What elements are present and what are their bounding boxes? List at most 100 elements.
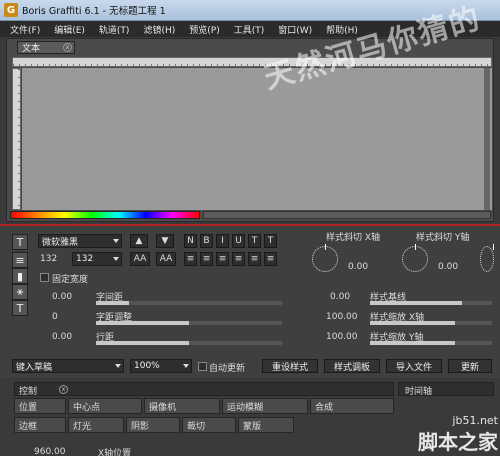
size-up-button[interactable]: ▲ [130,234,148,248]
app-logo-icon: G [4,3,18,17]
align-right-button[interactable]: ≡ [216,252,229,266]
tab-mask[interactable]: 蒙版 [238,417,294,433]
line-spacing-value: 0.00 [52,332,73,342]
tab-position[interactable]: 位置 [14,398,66,414]
tab-composite[interactable]: 合成 [310,398,394,414]
text-canvas[interactable] [22,68,492,210]
baseline-slider[interactable] [370,301,492,305]
auto-update-checkbox[interactable] [198,362,207,371]
control-header-label: 控制 [19,387,38,397]
tab-shadow[interactable]: 阴影 [126,417,180,433]
fixed-width-checkbox[interactable] [40,273,49,282]
font-size2-value: 132 [76,254,94,264]
close-icon[interactable]: x [59,385,68,394]
chevron-down-icon [113,239,119,243]
shear-x-label: 样式斜切 X轴 [326,233,381,243]
letter-spacing-slider[interactable] [96,301,282,305]
justify-force-button[interactable]: ≡ [264,252,277,266]
close-icon[interactable]: x [63,43,72,52]
shear-y-label: 样式斜切 Y轴 [416,233,470,243]
align-left-button[interactable]: ≡ [184,252,197,266]
horizontal-ruler [12,57,492,67]
subscript-button[interactable]: T [264,234,277,248]
site-watermark-name: 脚本之家 [418,430,498,454]
align-tool-icon[interactable]: ≡ [12,252,28,268]
menu-edit[interactable]: 编辑(E) [48,23,93,36]
transform-tool-icon[interactable]: ⚹ [12,284,28,300]
tab-text-label: 文本 [22,44,41,54]
underline-button[interactable]: U [232,234,245,248]
justify-button[interactable]: ≡ [232,252,245,266]
small-aa-button[interactable]: AA [156,252,176,266]
superscript-button[interactable]: T [248,234,261,248]
window-title: Boris Graffiti 6.1 - 无标题工程 1 [22,6,166,17]
auto-update-label: 自动更新 [209,364,246,374]
scale-x-slider[interactable] [370,321,492,325]
justify-all-button[interactable]: ≡ [248,252,261,266]
tab-lighting[interactable]: 灯光 [68,417,124,433]
bold-button[interactable]: B [200,234,213,248]
import-file-button[interactable]: 导入文件 [386,359,442,373]
text-tool-icon[interactable]: T [12,234,28,250]
align-center-button[interactable]: ≡ [200,252,213,266]
control-header: 控制 x [14,382,394,397]
tab-crop[interactable]: 裁切 [182,417,236,433]
chevron-down-icon [113,257,119,261]
color-spectrum[interactable] [10,211,200,219]
x-position-label: X轴位置 [98,449,132,456]
zoom-value: 100% [134,361,160,371]
zoom-select[interactable]: 100% [130,359,192,373]
shear-y-dial[interactable] [402,244,428,272]
menu-track[interactable]: 轨道(T) [93,23,138,36]
line-spacing-slider[interactable] [96,341,282,345]
font-name: 微软雅黑 [42,237,79,248]
timeline-label: 时间轴 [405,387,433,397]
menu-tools[interactable]: 工具(T) [228,23,273,36]
font-size-select[interactable]: 132 [72,252,122,266]
fill-tool-icon[interactable]: ▮ [12,268,28,284]
reset-style-button[interactable]: 重设样式 [262,359,318,373]
tab-center-point[interactable]: 中心点 [68,398,142,414]
menu-preview[interactable]: 预览(P) [183,23,227,36]
menu-filter[interactable]: 滤镜(H) [137,23,183,36]
justify-all-icon: ≡ [250,254,259,264]
update-button[interactable]: 更新 [448,359,492,373]
tab-border[interactable]: 边框 [14,417,66,433]
triangle-up-icon: ▲ [135,236,143,246]
size-down-button[interactable]: ▼ [156,234,174,248]
style-palette-button[interactable]: 样式调板 [324,359,380,373]
letter-spacing-value: 0.00 [52,292,73,302]
app-window: G Boris Graffiti 6.1 - 无标题工程 1 文件(F) 编辑(… [0,0,500,456]
kerning-slider[interactable] [96,321,282,325]
color-track[interactable] [203,211,491,219]
align-right-icon: ≡ [218,254,227,264]
tab-text[interactable]: 文本 x [17,41,75,54]
kerning-value: 0 [52,312,58,322]
large-aa-button[interactable]: AA [130,252,150,266]
text-style-tool-icon[interactable]: T [12,300,28,316]
normal-button[interactable]: N [184,234,197,248]
scale-y-value: 100.00 [326,332,358,342]
x-position-value: 960.00 [34,447,66,456]
preset-select[interactable]: 键入草稿 [12,359,124,373]
align-left-icon: ≡ [186,254,195,264]
timeline-header: 时间轴 [398,382,494,397]
menu-window[interactable]: 窗口(W) [272,23,320,36]
chevron-down-icon [115,364,121,368]
tab-motion-blur[interactable]: 运动模糊 [222,398,308,414]
shear-x-value: 0.00 [348,262,369,272]
shear-x-dial[interactable] [312,244,338,272]
vertical-ruler [12,68,21,210]
menu-file[interactable]: 文件(F) [4,23,48,36]
italic-button[interactable]: I [216,234,229,248]
font-select[interactable]: 微软雅黑 [38,234,122,248]
vertical-scrollbar[interactable] [484,68,490,210]
align-center-icon: ≡ [202,254,211,264]
scale-y-slider[interactable] [370,341,492,345]
chevron-down-icon [183,364,189,368]
baseline-value: 0.00 [330,292,351,302]
extra-dial[interactable] [480,244,494,272]
preset-value: 键入草稿 [16,362,53,373]
justify-force-icon: ≡ [266,254,275,264]
tab-camera[interactable]: 摄像机 [144,398,220,414]
